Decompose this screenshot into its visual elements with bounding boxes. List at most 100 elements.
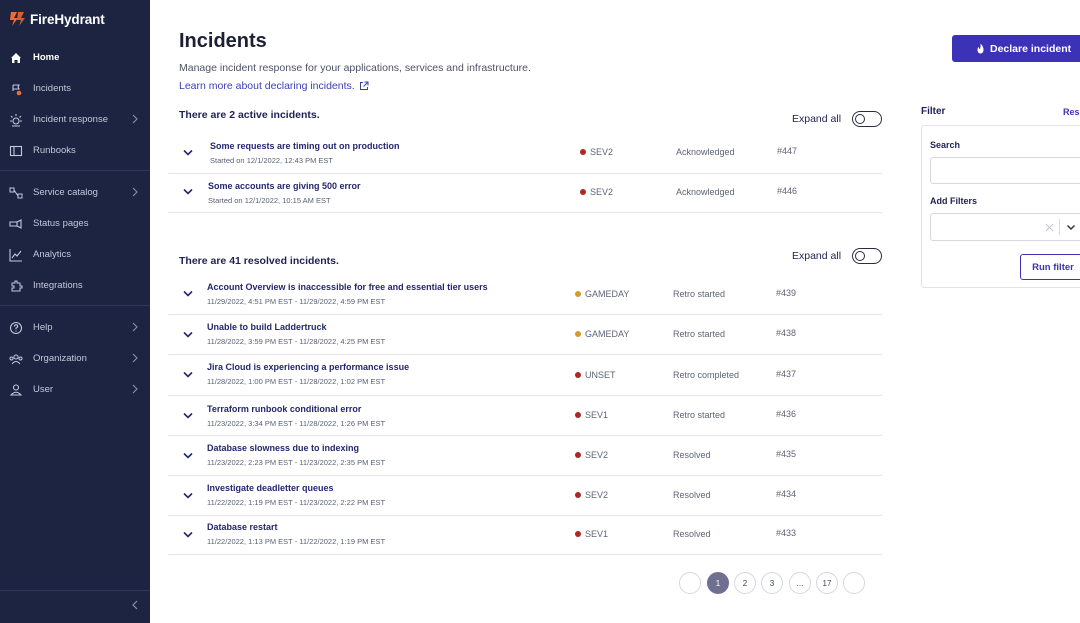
app-root: FireHydrant Home Incidents Incident resp… — [0, 0, 1080, 623]
filter-title: Filter — [921, 106, 946, 117]
chevron-right-icon — [132, 322, 138, 332]
chevron-right-icon — [132, 114, 138, 124]
incident-status: Acknowledged — [676, 187, 735, 197]
search-input[interactable] — [930, 157, 1080, 184]
integrations-icon — [11, 280, 23, 292]
sidebar-item-runbooks[interactable]: Runbooks — [0, 139, 150, 163]
declare-incident-button[interactable]: Declare incident — [952, 35, 1080, 62]
sidebar-item-home[interactable]: Home — [0, 46, 150, 70]
declare-incident-label: Declare incident — [990, 42, 1072, 55]
page-title: Incidents — [179, 30, 267, 52]
clear-icon[interactable] — [1045, 223, 1054, 232]
severity-badge: SEV2 — [575, 450, 608, 460]
table-row[interactable]: Jira Cloud is experiencing a performance… — [168, 355, 882, 396]
chevron-down-icon[interactable] — [182, 412, 194, 420]
incident-title[interactable]: Some accounts are giving 500 error — [208, 181, 361, 191]
learn-more-link[interactable]: Learn more about declaring incidents. — [179, 80, 369, 92]
run-filter-button[interactable]: Run filter — [1020, 254, 1080, 280]
chevron-down-icon[interactable] — [1066, 224, 1076, 231]
table-row[interactable]: Terraform runbook conditional error 11/2… — [168, 396, 882, 436]
collapse-sidebar-icon[interactable] — [130, 599, 140, 611]
toggle-knob — [854, 250, 865, 261]
incident-title[interactable]: Jira Cloud is experiencing a performance… — [207, 362, 409, 372]
reset-filters-link[interactable]: Res — [1063, 107, 1080, 117]
fire-icon — [977, 43, 984, 54]
service-catalog-icon — [9, 187, 23, 199]
incident-title[interactable]: Terraform runbook conditional error — [207, 404, 361, 414]
sidebar-item-user[interactable]: User — [0, 378, 150, 402]
incident-title[interactable]: Some requests are timing out on producti… — [210, 141, 400, 151]
incident-meta: 11/29/2022, 4:51 PM EST - 11/29/2022, 4:… — [207, 297, 386, 306]
sidebar-item-incident-response[interactable]: Incident response — [0, 108, 150, 132]
severity-dot — [575, 531, 581, 537]
incident-meta: 11/22/2022, 1:13 PM EST - 11/22/2022, 1:… — [207, 537, 386, 546]
chevron-down-icon[interactable] — [182, 149, 194, 157]
severity-label: SEV1 — [585, 529, 609, 539]
chevron-down-icon[interactable] — [182, 492, 194, 500]
chevron-down-icon[interactable] — [182, 188, 194, 196]
chevron-down-icon[interactable] — [182, 371, 194, 379]
sidebar-item-integrations[interactable]: Integrations — [0, 274, 150, 298]
select-divider — [1059, 219, 1060, 235]
incident-number: #438 — [776, 328, 797, 338]
table-row[interactable]: Database restart 11/22/2022, 1:13 PM EST… — [168, 516, 882, 555]
add-filters-select[interactable] — [930, 213, 1080, 241]
table-row[interactable]: Some accounts are giving 500 error Start… — [168, 174, 882, 213]
firehydrant-logo-icon — [10, 12, 25, 26]
pagination-page-17[interactable]: 17 — [816, 572, 838, 594]
brand-name: FireHydrant — [30, 11, 105, 27]
sidebar-item-incidents[interactable]: Incidents — [0, 77, 150, 101]
analytics-icon — [9, 249, 22, 262]
sidebar-item-status-pages[interactable]: Status pages — [0, 212, 150, 236]
incident-status: Resolved — [673, 490, 711, 500]
pagination-prev-button[interactable] — [679, 572, 701, 594]
incident-number: #446 — [777, 186, 798, 196]
incident-number: #435 — [776, 449, 797, 459]
sidebar-item-organization[interactable]: Organization — [0, 347, 150, 371]
chevron-down-icon[interactable] — [182, 531, 194, 539]
chevron-right-icon — [132, 384, 138, 394]
table-row[interactable]: Database slowness due to indexing 11/23/… — [168, 436, 882, 476]
expand-all-label: Expand all — [792, 113, 842, 125]
pagination-page-1[interactable]: 1 — [707, 572, 729, 594]
table-row[interactable]: Some requests are timing out on producti… — [168, 134, 882, 174]
sidebar-item-label: Service catalog — [33, 187, 98, 198]
pagination-next-button[interactable] — [843, 572, 865, 594]
incident-meta: 11/28/2022, 3:59 PM EST - 11/28/2022, 4:… — [207, 337, 386, 346]
severity-label: GAMEDAY — [585, 329, 630, 339]
incident-title[interactable]: Database slowness due to indexing — [207, 443, 359, 453]
pagination-page-3[interactable]: 3 — [761, 572, 783, 594]
expand-all-toggle-active[interactable] — [852, 111, 882, 127]
severity-label: GAMEDAY — [585, 289, 630, 299]
pagination-page-2[interactable]: 2 — [734, 572, 756, 594]
incident-number: #437 — [776, 369, 797, 379]
severity-badge: GAMEDAY — [575, 329, 629, 339]
brand[interactable]: FireHydrant — [9, 11, 105, 27]
sidebar-item-analytics[interactable]: Analytics — [0, 243, 150, 267]
runbooks-icon — [9, 145, 23, 157]
sidebar-item-label: Integrations — [33, 280, 83, 291]
incident-meta: Started on 12/1/2022, 12:43 PM EST — [210, 156, 333, 165]
external-link-icon — [359, 81, 369, 90]
organization-icon — [9, 354, 23, 365]
chevron-down-icon[interactable] — [182, 290, 194, 298]
severity-label: SEV1 — [585, 410, 609, 420]
chevron-down-icon[interactable] — [182, 452, 194, 460]
chevron-down-icon[interactable] — [182, 331, 194, 339]
incident-title[interactable]: Unable to build Laddertruck — [207, 322, 327, 332]
incident-title[interactable]: Database restart — [207, 522, 278, 532]
chevron-right-icon — [132, 187, 138, 197]
table-row[interactable]: Investigate deadletter queues 11/22/2022… — [168, 476, 882, 516]
incident-status: Retro completed — [673, 370, 740, 380]
table-row[interactable]: Account Overview is inaccessible for fre… — [168, 274, 882, 315]
sidebar-item-label: Incidents — [33, 83, 72, 94]
user-icon — [9, 384, 23, 396]
table-row[interactable]: Unable to build Laddertruck 11/28/2022, … — [168, 315, 882, 355]
expand-all-toggle-resolved[interactable] — [852, 248, 882, 264]
incident-title[interactable]: Investigate deadletter queues — [207, 483, 334, 493]
incident-title[interactable]: Account Overview is inaccessible for fre… — [207, 282, 488, 292]
sidebar-item-help[interactable]: Help — [0, 316, 150, 340]
sidebar-item-service-catalog[interactable]: Service catalog — [0, 181, 150, 205]
incident-number: #433 — [776, 528, 797, 538]
sidebar: FireHydrant Home Incidents Incident resp… — [0, 0, 150, 623]
